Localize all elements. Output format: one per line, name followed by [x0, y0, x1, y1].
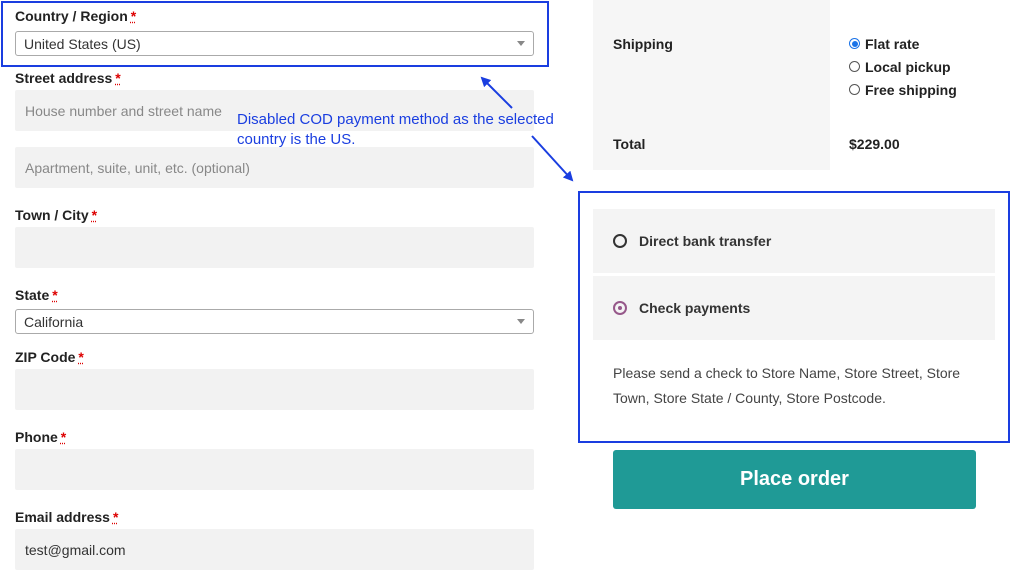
radio-icon [613, 234, 627, 248]
payment-method-check-payments[interactable]: Check payments [593, 276, 995, 340]
arrow-to-payment [531, 135, 574, 182]
arrow-to-country [480, 76, 513, 109]
radio-icon [849, 61, 860, 72]
total-label: Total [613, 136, 646, 152]
radio-selected-icon [849, 38, 860, 49]
shipping-label: Shipping [613, 36, 673, 52]
radio-selected-icon [613, 301, 627, 315]
shipping-option-local-pickup[interactable]: Local pickup [849, 55, 957, 78]
shipping-option-free-shipping[interactable]: Free shipping [849, 78, 957, 101]
radio-icon [849, 84, 860, 95]
place-order-button[interactable]: Place order [613, 450, 976, 509]
shipping-options: Flat rate Local pickup Free shipping [849, 32, 957, 101]
payment-description: Please send a check to Store Name, Store… [613, 365, 961, 406]
payment-method-direct-bank-transfer[interactable]: Direct bank transfer [593, 209, 995, 273]
total-value: $229.00 [849, 136, 900, 152]
shipping-option-flat-rate[interactable]: Flat rate [849, 32, 957, 55]
